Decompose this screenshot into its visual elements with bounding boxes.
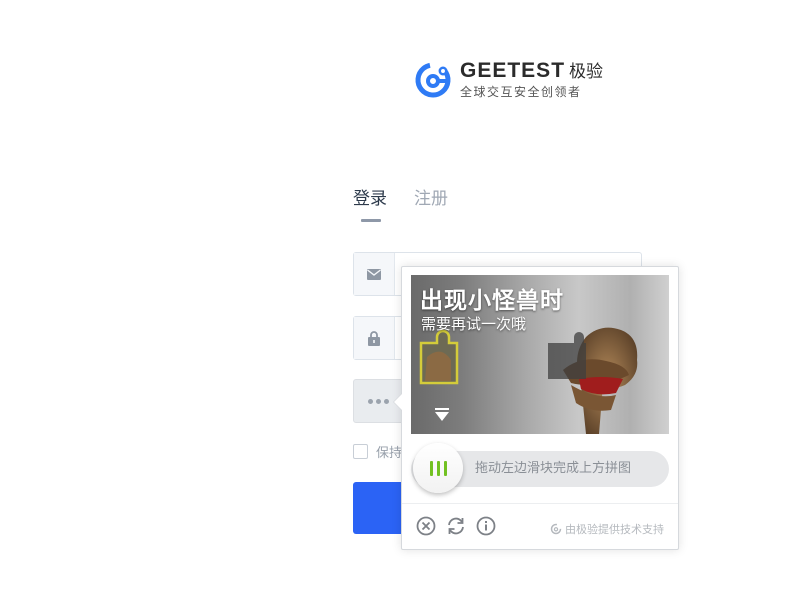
loading-dots-icon (367, 398, 389, 404)
info-icon[interactable] (476, 516, 496, 536)
remember-label: 保持 (376, 446, 403, 461)
slider-grip-icon (429, 460, 447, 476)
tab-register[interactable]: 注册 (414, 184, 448, 209)
brand-name-cn: 极验 (569, 62, 604, 82)
brand-tagline: 全球交互安全创领者 (460, 85, 582, 99)
captcha-image-subtitle: 需要再试一次哦 (421, 315, 527, 333)
popup-arrow (393, 393, 402, 411)
slider-handle[interactable] (413, 443, 463, 493)
geetest-logo: GEETEST 极验 全球交互安全创领者 (414, 59, 603, 100)
captcha-credit[interactable]: 由极验提供技术支持 (550, 521, 664, 537)
close-icon[interactable] (416, 516, 436, 536)
remember-checkbox[interactable] (353, 444, 368, 459)
slider-hint: 拖动左边滑块完成上方拼图 (475, 461, 632, 476)
captcha-popup: 出现小怪兽时 需要再试一次哦 拖动左边滑块完成上方拼图 由极验提供技术支持 (393, 266, 679, 550)
active-tab-indicator (361, 219, 381, 222)
refresh-icon[interactable] (446, 516, 466, 536)
captcha-footer: 由极验提供技术支持 (402, 503, 678, 550)
tab-login[interactable]: 登录 (353, 184, 387, 209)
email-icon (354, 253, 395, 295)
lock-icon (354, 317, 395, 359)
geetest-small-icon (550, 523, 562, 535)
credit-text: 由极验提供技术支持 (565, 523, 664, 536)
brand-name: GEETEST (460, 59, 566, 82)
captcha-image: 出现小怪兽时 需要再试一次哦 (411, 275, 669, 434)
captcha-image-title: 出现小怪兽时 (420, 288, 564, 314)
remember-me[interactable]: 保持 (353, 442, 402, 461)
geetest-logo-icon (415, 62, 451, 97)
